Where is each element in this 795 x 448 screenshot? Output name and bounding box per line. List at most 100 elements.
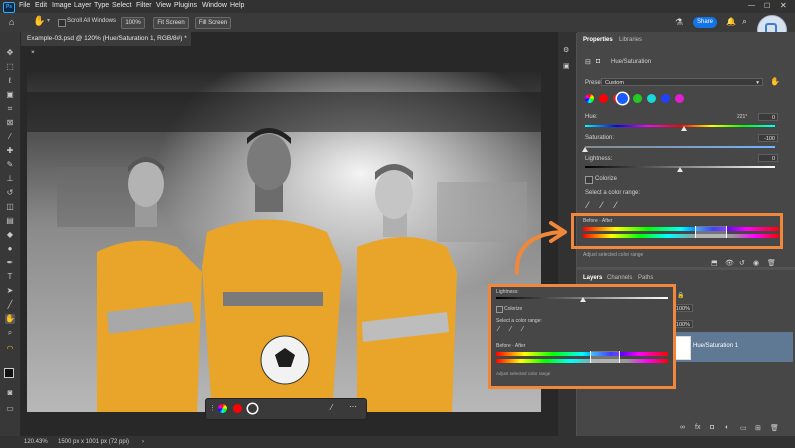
flask-icon[interactable]: ⚗ <box>675 17 683 28</box>
clip-icon[interactable]: ⬒ <box>711 259 718 267</box>
history-brush-tool-icon[interactable]: ↺ <box>5 188 15 198</box>
popup-eyedropper-minus-icon[interactable]: ⁄ <box>522 326 523 333</box>
status-arrow-icon[interactable]: › <box>142 436 144 448</box>
dodge-tool-icon[interactable]: ● <box>5 244 15 254</box>
menu-file[interactable]: File <box>19 2 30 9</box>
menu-type[interactable]: Type <box>94 2 109 9</box>
zoom-tool-icon[interactable]: ⌕ <box>5 328 15 338</box>
image-canvas[interactable] <box>27 72 541 412</box>
document-tab[interactable]: Example-03.psd @ 120% (Hue/Saturation 1,… <box>21 32 191 56</box>
lock-icon[interactable]: 🔒 <box>677 292 684 299</box>
colorize-checkbox[interactable] <box>585 176 593 184</box>
delete-layer-icon[interactable]: 🗑 <box>770 424 779 432</box>
close-window-icon[interactable]: ✕ <box>780 1 787 10</box>
hue-slider-knob[interactable] <box>680 126 687 131</box>
tool-dropdown-icon[interactable]: ▾ <box>47 17 50 24</box>
marquee-tool-icon[interactable]: ⬚ <box>5 62 15 72</box>
layer-style-icon[interactable]: fx <box>695 424 700 431</box>
saturation-field[interactable]: -100 <box>758 134 778 142</box>
foreground-color-swatch[interactable] <box>4 368 14 378</box>
share-button[interactable]: Share <box>693 17 717 28</box>
saturation-slider-track[interactable] <box>585 146 775 148</box>
clone-stamp-tool-icon[interactable]: ⊥ <box>5 174 15 184</box>
brush-tool-icon[interactable]: ✎ <box>5 160 15 170</box>
pen-tool-icon[interactable]: ✒ <box>5 258 15 268</box>
frame-tool-icon[interactable]: ⊠ <box>5 118 15 128</box>
screen-mode-icon[interactable]: ▭ <box>5 404 15 414</box>
drag-handle-icon[interactable]: ⋮ <box>209 404 216 412</box>
cyan-range-swatch[interactable] <box>278 404 287 413</box>
hand-tool-active-icon[interactable]: ✋ <box>5 314 15 324</box>
layer-row-hue-sat[interactable]: Hue/Saturation 1 <box>667 332 793 362</box>
menu-image[interactable]: Image <box>52 2 71 9</box>
object-select-tool-icon[interactable]: ▣ <box>5 90 15 100</box>
dark-blue-range-swatch[interactable] <box>293 404 302 413</box>
eyedropper-plus-icon[interactable]: ⁄ <box>601 200 603 210</box>
tab-libraries[interactable]: Libraries <box>619 37 642 43</box>
fit-screen-button[interactable]: Fit Screen <box>153 17 189 29</box>
green-range-swatch[interactable] <box>263 404 272 413</box>
eyedropper-tool-icon[interactable]: ⁄ <box>5 132 15 142</box>
path-select-tool-icon[interactable]: ➤ <box>5 286 15 296</box>
new-adjustment-icon[interactable]: ◐ <box>725 424 729 431</box>
delete-icon[interactable]: 🗑 <box>767 259 776 267</box>
popup-eyedropper-plus-icon[interactable]: ⁄ <box>510 326 511 333</box>
hand-tool-icon[interactable]: ✋ <box>33 16 45 27</box>
red-range-swatch[interactable] <box>233 404 242 413</box>
crop-tool-icon[interactable]: ⌗ <box>5 104 15 114</box>
maximize-icon[interactable]: ☐ <box>764 2 770 10</box>
visibility-icon[interactable]: ◉ <box>753 259 759 267</box>
menu-select[interactable]: Select <box>112 2 131 9</box>
layer-name[interactable]: Hue/Saturation 1 <box>693 343 738 349</box>
edit-toolbar-icon[interactable]: ◠ <box>5 344 15 354</box>
tab-paths[interactable]: Paths <box>638 275 653 281</box>
popup-eyedropper-icon[interactable]: ⁄ <box>498 326 499 333</box>
reds-swatch[interactable] <box>599 94 608 103</box>
new-group-icon[interactable]: ▭ <box>740 424 747 432</box>
magentas-swatch[interactable] <box>675 94 684 103</box>
tab-properties[interactable]: Properties <box>583 37 613 43</box>
tab-layers[interactable]: Layers <box>583 275 602 281</box>
cyans-swatch[interactable] <box>647 94 656 103</box>
healing-brush-tool-icon[interactable]: ✚ <box>5 146 15 156</box>
zoom-100-button[interactable]: 100% <box>121 17 145 29</box>
eyedropper-minus-icon[interactable]: ⁄ <box>615 200 617 210</box>
tab-channels[interactable]: Channels <box>607 275 632 281</box>
popup-range-selector[interactable] <box>590 351 620 363</box>
lightness-slider-knob[interactable] <box>677 167 683 172</box>
menu-layer[interactable]: Layer <box>74 2 92 9</box>
saturation-slider-knob[interactable] <box>582 147 588 152</box>
blues-swatch-selected[interactable] <box>617 93 628 104</box>
close-tab-icon[interactable]: × <box>31 49 35 56</box>
view-previous-icon[interactable]: 👁 <box>725 259 734 267</box>
popup-colorize-checkbox[interactable] <box>496 306 503 313</box>
scroll-all-checkbox[interactable] <box>58 19 66 27</box>
more-options-icon[interactable]: ⋯ <box>349 402 357 411</box>
master-range-swatch[interactable] <box>218 404 227 413</box>
lasso-tool-icon[interactable]: ℓ <box>5 76 15 86</box>
bell-icon[interactable]: 🔔 <box>726 17 736 26</box>
popup-lightness-knob[interactable] <box>580 297 586 302</box>
add-mask-icon[interactable]: ◘ <box>710 424 714 431</box>
history-panel-icon[interactable]: ⚙ <box>563 46 569 54</box>
greens-swatch[interactable] <box>633 94 642 103</box>
magenta-range-swatch[interactable] <box>308 404 317 413</box>
search-icon[interactable]: ⌕ <box>742 16 747 27</box>
menu-filter[interactable]: Filter <box>136 2 152 9</box>
quick-mask-icon[interactable]: ◙ <box>5 388 15 398</box>
reset-icon[interactable]: ↺ <box>739 259 745 267</box>
eyedropper-icon[interactable]: ⁄ <box>331 403 332 412</box>
hue-field[interactable]: 0 <box>758 113 778 121</box>
deep-blues-swatch[interactable] <box>661 94 670 103</box>
link-layers-icon[interactable]: ∞ <box>680 424 685 431</box>
new-layer-icon[interactable]: ⊞ <box>755 424 761 432</box>
eraser-tool-icon[interactable]: ◫ <box>5 202 15 212</box>
gradient-tool-icon[interactable]: ▤ <box>5 216 15 226</box>
fill-screen-button[interactable]: Fill Screen <box>195 17 231 29</box>
comments-panel-icon[interactable]: ▣ <box>563 62 570 70</box>
shape-tool-icon[interactable]: ╱ <box>5 300 15 310</box>
blue-range-swatch-selected[interactable] <box>248 404 257 413</box>
type-tool-icon[interactable]: T <box>5 272 15 282</box>
menu-edit[interactable]: Edit <box>35 2 47 9</box>
menu-view[interactable]: View <box>156 2 171 9</box>
